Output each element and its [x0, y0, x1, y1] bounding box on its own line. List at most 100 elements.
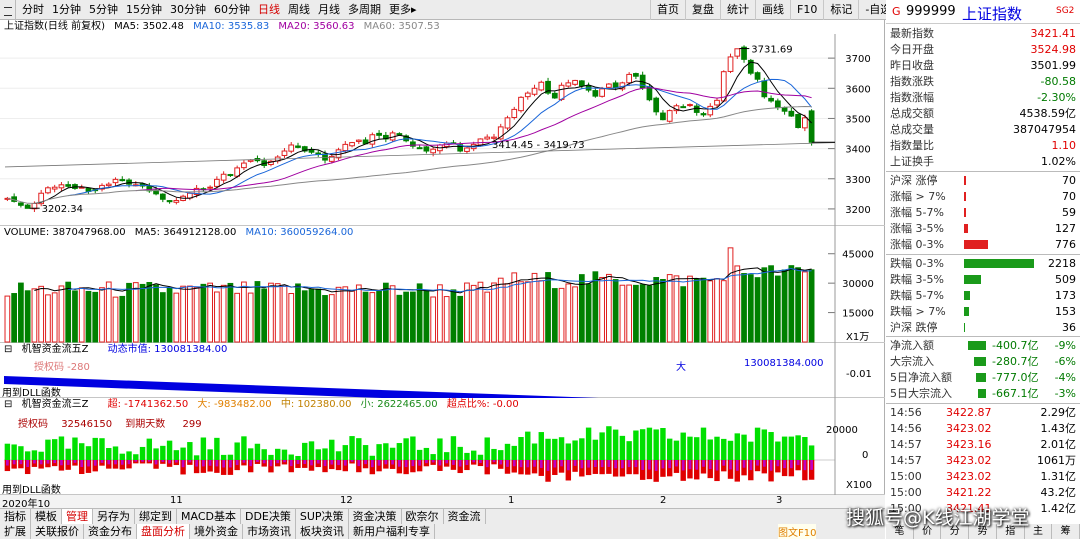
tick-row: 14:57 3423.16 2.01亿 [886, 437, 1080, 452]
volume-bar [423, 289, 430, 343]
volume-bar [78, 287, 85, 343]
fund3-mid-bar [80, 460, 84, 468]
tool-button[interactable]: 标记 [823, 0, 858, 20]
volume-bar [335, 286, 342, 343]
fund3-mid-bar [242, 460, 246, 463]
indicator-tab[interactable]: SUP决策 [296, 509, 349, 524]
volume-bar [470, 284, 477, 343]
quote-row: 指数涨跌 -80.58 [886, 74, 1080, 89]
period-tab[interactable]: 月线 [314, 0, 344, 20]
period-tab[interactable]: 1分钟 [48, 0, 85, 20]
flow-value: -777.0亿 [992, 371, 1039, 384]
period-tab[interactable]: 周线 [284, 0, 314, 20]
indicator-tab[interactable]: 欧奈尔 [402, 509, 444, 524]
fund3-mid-bar [283, 460, 286, 463]
period-tab[interactable]: 60分钟 [210, 0, 254, 20]
indicator-tab[interactable]: 指标 [0, 509, 31, 524]
fund3-mid-bar [174, 460, 178, 463]
tool-button[interactable]: 画线 [755, 0, 790, 20]
volume-bar [186, 285, 193, 343]
tick-row: 14:56 3422.87 2.29亿 [886, 405, 1080, 420]
bottom-tabs: 指标 模板 管理 另存为 绑定到 MACD基本 DDE决策 SUP决策 资金决策 欧奈尔 资金流 扩… [0, 508, 885, 539]
candle-body [612, 82, 619, 89]
dist-value: 509 [1055, 273, 1076, 286]
period-tab[interactable]: 多周期 [344, 0, 385, 20]
volume-bar [281, 285, 288, 343]
volume-bar [504, 283, 511, 343]
period-tab[interactable]: 分时 [18, 0, 48, 20]
fund3-inflow-bar [241, 436, 247, 460]
indicator-tab[interactable]: 管理 [62, 509, 93, 524]
extension-tab[interactable]: 板块资讯 [296, 524, 349, 539]
volume-bar [714, 278, 720, 343]
extension-tab[interactable]: 盘面分析 [137, 524, 190, 539]
candle-body [565, 82, 572, 87]
flow-bar [968, 341, 986, 350]
dist-label: 跌幅 5-7% [890, 289, 944, 302]
menu-icon[interactable] [0, 0, 16, 20]
fund3-mid-bar [100, 460, 104, 463]
fund3-inflow-bar [335, 451, 342, 460]
indicator-tab[interactable]: 资金流 [444, 509, 486, 524]
candle-body [464, 147, 470, 152]
candle-body [159, 193, 166, 200]
fund5-dll: 用到DLL函数 [2, 388, 61, 399]
fund3-chart[interactable] [0, 398, 885, 495]
quote-value: -80.58 [1040, 75, 1076, 88]
volume-chart[interactable]: 45000 30000 15000 X1万 [0, 226, 885, 343]
tool-button[interactable]: 复盘 [685, 0, 720, 20]
tool-button[interactable]: F10 [790, 0, 823, 20]
fund5-chart[interactable] [0, 343, 885, 398]
period-tab[interactable]: 15分钟 [122, 0, 166, 20]
tool-button[interactable]: 首页 [650, 0, 685, 20]
candlestick-chart[interactable]: 3700 3600 3500 3400 3300 3200 3731.69 3202.34 34… [0, 20, 885, 226]
extension-tab[interactable]: 市场资讯 [243, 524, 296, 539]
volume-y-label: 45000 [842, 250, 874, 261]
volume-bar [146, 282, 153, 343]
fund3-inflow-bar [795, 435, 801, 460]
fund3-pane[interactable]: ⊟ 机智资金流三Z 超: -1741362.50 大: -983482.00 中… [0, 398, 885, 496]
volume-bar [538, 280, 545, 343]
fund3-mid-bar [668, 460, 672, 469]
volume-bar [795, 267, 801, 343]
indicator-tab[interactable]: 模板 [31, 509, 62, 524]
period-tab[interactable]: 30分钟 [166, 0, 210, 20]
volume-bar [551, 288, 558, 343]
candle-body [207, 186, 213, 189]
dist-bar [964, 224, 968, 233]
price-y-label: 3200 [845, 205, 870, 216]
tool-button[interactable]: 统计 [720, 0, 755, 20]
price-pane[interactable]: 上证指数(日线 前复权) MA5: 3502.48 MA10: 3535.83 … [0, 20, 885, 226]
indicator-tab[interactable]: 另存为 [93, 509, 135, 524]
dist-value: 127 [1055, 222, 1076, 235]
candle-body [119, 179, 126, 182]
period-tab[interactable]: 5分钟 [85, 0, 122, 20]
indicator-tab[interactable]: DDE决策 [241, 509, 296, 524]
extension-tab[interactable]: 境外资金 [190, 524, 243, 539]
fund3-inflow-bar [362, 445, 369, 460]
indicator-tab[interactable]: 资金决策 [349, 509, 402, 524]
period-tab[interactable]: 更多▸ [385, 0, 421, 20]
volume-bar [322, 295, 328, 343]
fund3-inflow-bar [329, 439, 335, 460]
f10-status[interactable]: 图文F10 [778, 524, 817, 539]
extension-tab[interactable]: 扩展 [0, 524, 31, 539]
extension-tab[interactable]: 资金分布 [84, 524, 137, 539]
period-tab[interactable]: 日线 [254, 0, 284, 20]
volume-pane[interactable]: VOLUME: 387047968.00 MA5: 364912128.00 M… [0, 226, 885, 343]
fund5-pane[interactable]: ⊟ 机智资金流五Z 动态市值: 130081384.00 授权码 -280 大 … [0, 343, 885, 399]
indicator-tab[interactable]: 绑定到 [135, 509, 177, 524]
volume-unit: X1万 [846, 332, 869, 343]
candle-body [693, 105, 700, 113]
extension-tab[interactable]: 新用户福利专享 [349, 524, 435, 539]
indicator-tab[interactable]: MACD基本 [177, 509, 241, 524]
fund3-mid-bar [289, 460, 293, 467]
fund5-band [4, 376, 599, 398]
fund3-mid-bar [729, 460, 732, 470]
fund3-inflow-bar [79, 443, 85, 460]
fund3-mid-bar [93, 460, 97, 466]
panel-tab[interactable]: 筹 [1052, 524, 1080, 539]
extension-tab[interactable]: 关联报价 [31, 524, 84, 539]
flow-label: 5日净流入额 [890, 371, 952, 384]
fund3-mid-bar [357, 460, 361, 467]
